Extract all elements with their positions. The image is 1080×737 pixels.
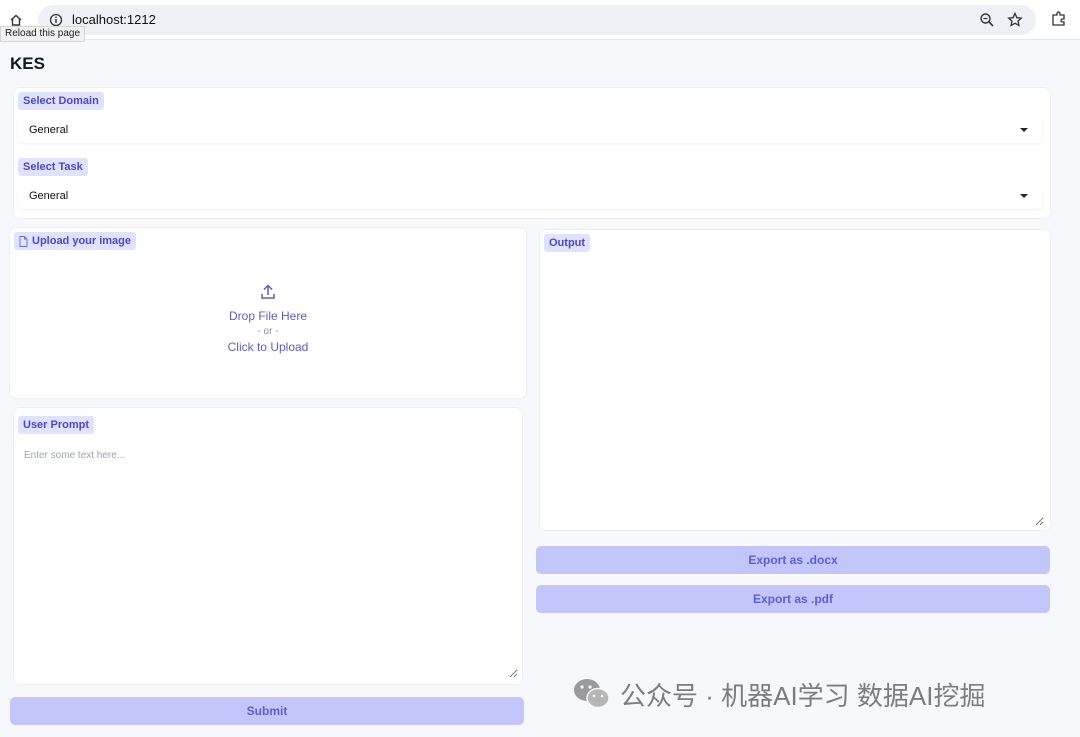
- browser-toolbar: localhost:1212 Reload this page: [0, 0, 1080, 42]
- export-pdf-button[interactable]: Export as .pdf: [536, 585, 1050, 613]
- upload-icon: [261, 283, 275, 299]
- click-to-upload-text[interactable]: Click to Upload: [228, 340, 309, 354]
- domain-label-text: Select Domain: [23, 95, 99, 107]
- task-label: Select Task: [18, 158, 88, 176]
- task-select-value: General: [29, 190, 69, 202]
- wechat-logo-icon: [574, 679, 610, 709]
- upload-panel: Upload your image Drop File Here - or - …: [10, 228, 526, 398]
- reload-tooltip: Reload this page: [0, 26, 86, 42]
- file-icon: [19, 235, 28, 247]
- chevron-down-icon: [1020, 128, 1028, 132]
- extensions-puzzle-icon[interactable]: [1050, 10, 1070, 30]
- user-prompt-input[interactable]: [18, 442, 518, 678]
- submit-button[interactable]: Submit: [10, 697, 524, 725]
- task-label-text: Select Task: [23, 161, 83, 173]
- or-text: - or -: [257, 325, 279, 337]
- output-label-text: Output: [549, 237, 586, 249]
- watermark-text: 公众号 · 机器AI学习 数据AI挖掘: [620, 680, 986, 711]
- app-title: KES: [10, 54, 45, 73]
- upload-label: Upload your image: [14, 232, 137, 250]
- zoom-icon[interactable]: [978, 11, 996, 29]
- settings-panel: Select Domain General Select Task Genera…: [14, 88, 1050, 218]
- watermark: 公众号 · 机器AI学习 数据AI挖掘: [572, 674, 985, 714]
- bookmark-star-icon[interactable]: [1006, 11, 1024, 29]
- output-textarea[interactable]: [544, 264, 1044, 526]
- output-label: Output: [544, 234, 591, 252]
- address-bar[interactable]: localhost:1212: [38, 5, 1036, 35]
- task-select[interactable]: General: [18, 183, 1042, 209]
- prompt-panel: User Prompt: [14, 408, 522, 684]
- url-text[interactable]: localhost:1212: [72, 12, 156, 27]
- upload-label-text: Upload your image: [32, 235, 132, 247]
- output-panel: Output: [540, 230, 1050, 530]
- domain-select[interactable]: General: [18, 117, 1042, 143]
- prompt-label-text: User Prompt: [23, 419, 90, 431]
- chevron-down-icon: [1020, 194, 1028, 198]
- export-docx-button[interactable]: Export as .docx: [536, 546, 1050, 574]
- drop-file-text: Drop File Here: [228, 308, 308, 323]
- domain-select-value: General: [29, 124, 69, 136]
- upload-dropzone[interactable]: Drop File Here - or - Click to Upload: [10, 268, 526, 368]
- prompt-label: User Prompt: [18, 416, 95, 434]
- domain-label: Select Domain: [18, 92, 104, 110]
